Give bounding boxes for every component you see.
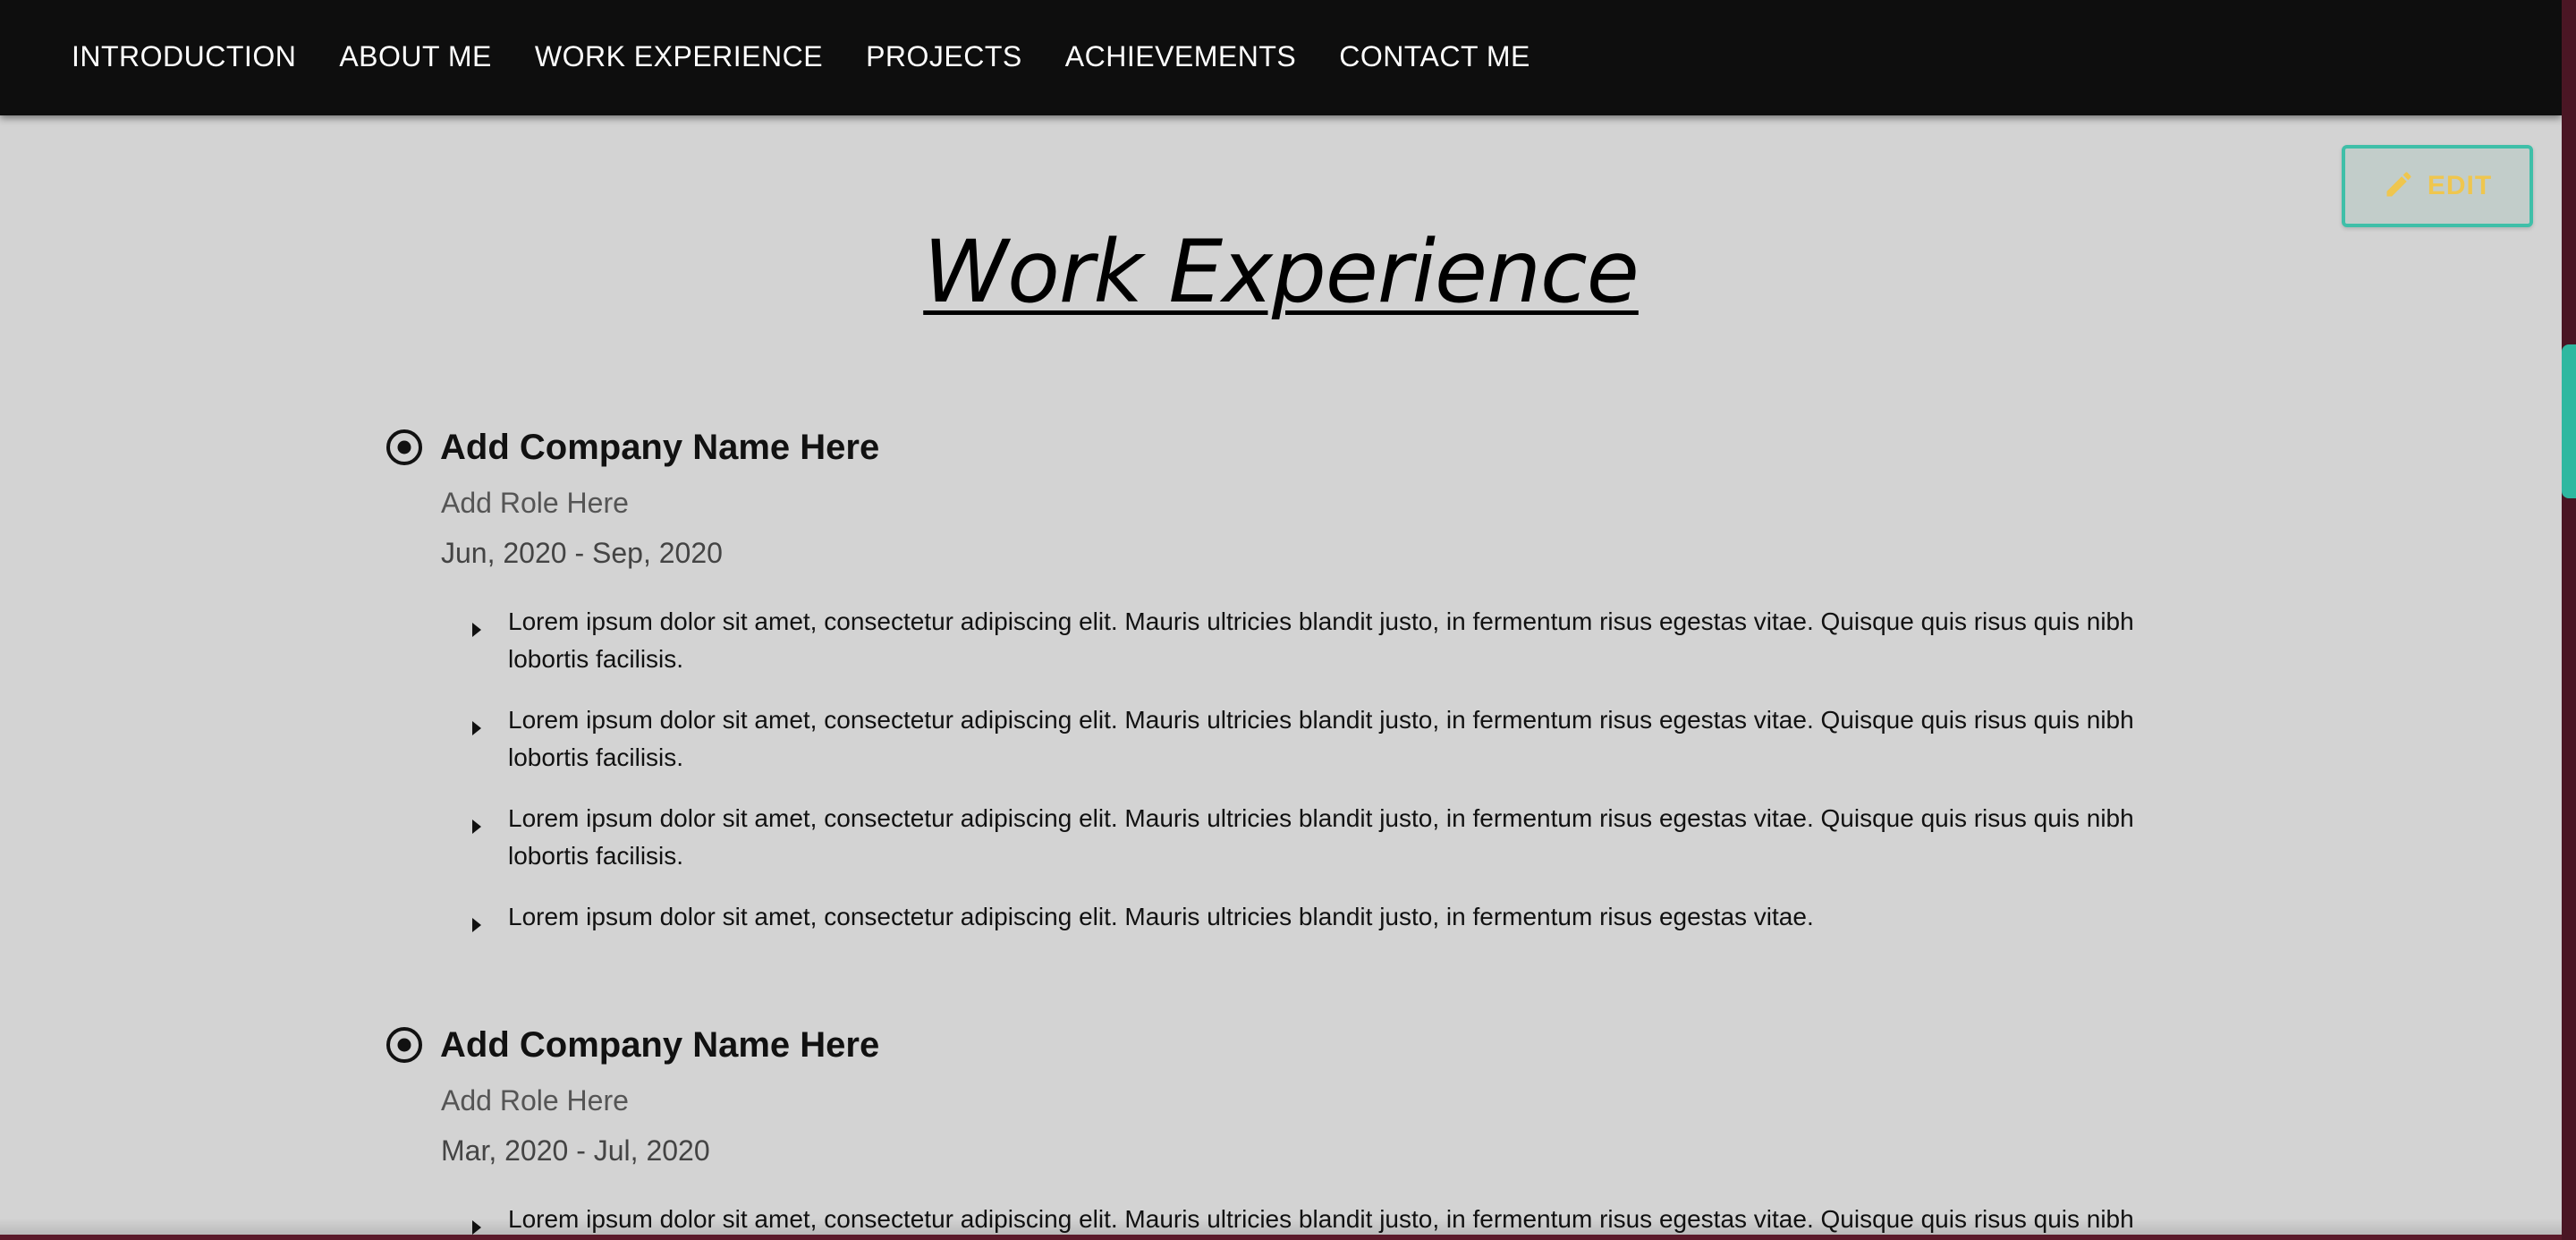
bullet-text: Lorem ipsum dolor sit amet, consectetur … xyxy=(508,706,2134,771)
nav-item-about-me[interactable]: ABOUT ME xyxy=(339,40,492,73)
list-item: Lorem ipsum dolor sit amet, consectetur … xyxy=(470,603,2224,678)
caret-right-icon xyxy=(470,818,488,840)
job-bullets: Lorem ipsum dolor sit amet, consectetur … xyxy=(470,603,2224,938)
radio-checked-icon xyxy=(385,1025,424,1065)
radio-checked-icon xyxy=(385,428,424,467)
nav-item-contact-me[interactable]: CONTACT ME xyxy=(1339,40,1530,73)
edit-button[interactable]: EDIT xyxy=(2342,145,2533,227)
job-header: Add Company Name Here xyxy=(385,1018,2174,1072)
bullet-text: Lorem ipsum dolor sit amet, consectetur … xyxy=(508,804,2134,870)
nav-item-work-experience[interactable]: WORK EXPERIENCE xyxy=(535,40,823,73)
nav-item-introduction[interactable]: INTRODUCTION xyxy=(72,40,296,73)
job-header: Add Company Name Here xyxy=(385,420,2174,474)
nav-item-achievements[interactable]: ACHIEVEMENTS xyxy=(1065,40,1296,73)
top-navbar: INTRODUCTION ABOUT ME WORK EXPERIENCE PR… xyxy=(0,0,2562,115)
caret-right-icon xyxy=(470,719,488,742)
job-entry: Add Company Name Here Add Role Here Jun,… xyxy=(385,420,2174,962)
bullet-text: Lorem ipsum dolor sit amet, consectetur … xyxy=(508,607,2134,673)
job-dates: Jun, 2020 - Sep, 2020 xyxy=(441,537,723,569)
list-item: Lorem ipsum dolor sit amet, consectetur … xyxy=(470,898,2224,938)
job-dates: Mar, 2020 - Jul, 2020 xyxy=(441,1134,710,1167)
list-item: Lorem ipsum dolor sit amet, consectetur … xyxy=(470,800,2224,875)
bottom-shadow xyxy=(0,1219,2562,1235)
caret-right-icon xyxy=(470,621,488,643)
caret-right-icon xyxy=(470,916,488,938)
pencil-icon xyxy=(2383,168,2415,205)
scrollbar-track[interactable] xyxy=(2562,0,2576,1240)
company-name: Add Company Name Here xyxy=(440,1024,880,1065)
bullet-text: Lorem ipsum dolor sit amet, consectetur … xyxy=(508,903,1814,930)
section-title: Work Experience xyxy=(923,222,1640,322)
job-entry: Add Company Name Here Add Role Here Mar,… xyxy=(385,1018,2174,1235)
company-name: Add Company Name Here xyxy=(440,427,880,467)
edit-button-label: EDIT xyxy=(2427,171,2493,200)
portfolio-page: INTRODUCTION ABOUT ME WORK EXPERIENCE PR… xyxy=(0,0,2562,1235)
scrollbar-thumb[interactable] xyxy=(2562,344,2576,498)
job-role: Add Role Here xyxy=(441,1084,629,1117)
nav-item-projects[interactable]: PROJECTS xyxy=(866,40,1022,73)
job-role: Add Role Here xyxy=(441,487,629,519)
list-item: Lorem ipsum dolor sit amet, consectetur … xyxy=(470,701,2224,777)
